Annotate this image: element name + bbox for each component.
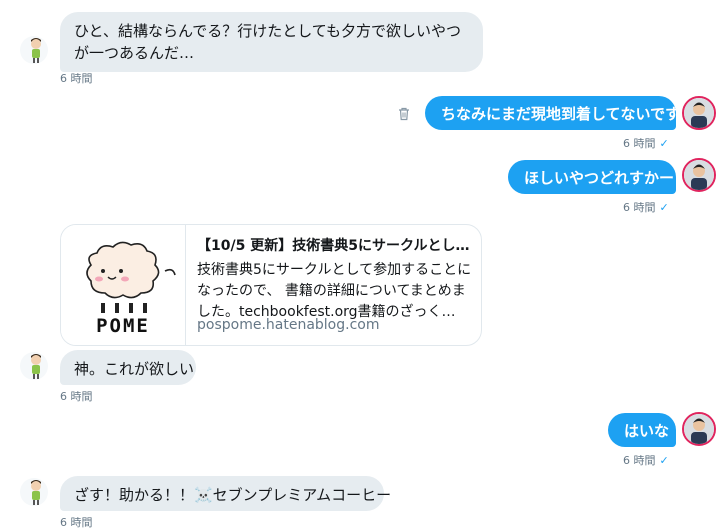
link-card[interactable]: POME 【10/5 更新】技術書典5にサークルとし… 技術書典5にサークルとし… [60, 224, 482, 346]
message-timestamp: 6 時間 [60, 72, 93, 85]
message-bubble[interactable]: はいな [608, 413, 676, 447]
message-bubble[interactable]: ほしいやつどれすかー [508, 160, 676, 194]
check-icon: ✓ [659, 454, 669, 467]
avatar-self[interactable] [682, 158, 716, 192]
person-avatar-icon [31, 354, 41, 379]
card-domain[interactable]: pospome.hatenablog.com [197, 317, 380, 333]
card-title[interactable]: 【10/5 更新】技術書典5にサークルとし… [197, 235, 472, 255]
timestamp-text: 6 時間 [623, 201, 656, 214]
trash-icon[interactable] [398, 106, 410, 125]
avatar-sender[interactable] [20, 36, 48, 64]
message-bubble[interactable]: 神。これが欲しい [60, 350, 196, 385]
person-avatar-icon [684, 160, 714, 190]
message-timestamp: 6 時間 ✓ [623, 199, 669, 215]
message-timestamp: 6 時間 ✓ [623, 135, 669, 151]
person-avatar-icon [31, 38, 41, 63]
message-timestamp: 6 時間 ✓ [623, 452, 669, 468]
message-bubble[interactable]: ざす！助かる！！☠️セブンプレミアムコーヒー [60, 476, 391, 511]
card-description: 技術書典5にサークルとして参加することになったので、 書籍の詳細についてまとめま… [197, 262, 472, 320]
avatar-sender[interactable] [20, 478, 48, 506]
person-avatar-icon [684, 98, 714, 128]
message-timestamp: 6 時間 [60, 516, 93, 529]
check-icon: ✓ [659, 137, 669, 150]
timestamp-text: 6 時間 [623, 137, 656, 150]
logo-text: POME [96, 315, 150, 337]
message-timestamp: 6 時間 [60, 390, 93, 403]
check-icon: ✓ [659, 201, 669, 214]
avatar-sender[interactable] [20, 352, 48, 380]
message-bubble[interactable]: ひと、結構ならんでる？行けたとしても夕方で欲しいやつが一つあるんだ… [60, 12, 483, 72]
avatar-self[interactable] [682, 96, 716, 130]
card-thumbnail: POME [61, 225, 186, 345]
message-bubble[interactable]: ちなみにまだ現地到着してないです [425, 96, 680, 130]
person-avatar-icon [684, 414, 714, 444]
timestamp-text: 6 時間 [623, 454, 656, 467]
avatar-self[interactable] [682, 412, 716, 446]
person-avatar-icon [31, 480, 41, 505]
